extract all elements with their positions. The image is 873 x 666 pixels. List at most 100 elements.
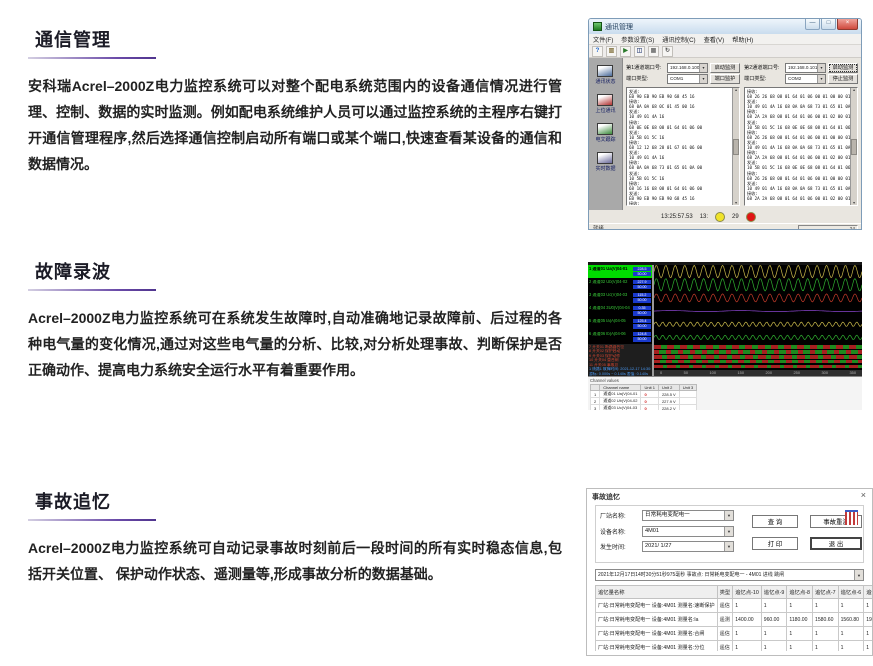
table-row[interactable]: 2 通道02 Ub(V)04-02 0 227.9 V: [589, 397, 698, 405]
status-time: 13:25:57.53: [661, 213, 693, 220]
scroll-up-icon[interactable]: ▲: [852, 88, 855, 92]
sidebar-item[interactable]: 上位通讯: [595, 94, 616, 114]
field-label: 发生时间:: [600, 545, 626, 551]
digital-channel-list: 7 开关01 断路器合位 8 开关02 保护启动 9 开关03 保护动作 10 开关0…: [588, 344, 654, 376]
table-row[interactable]: 3 通道03 Uc(V)04-03 0 228.2 V: [589, 404, 698, 410]
scroll-thumb[interactable]: [733, 138, 739, 155]
recall-table-row[interactable]: 厂站:日常耗电变配电一 设备:4M01 测量名:Ia 遥测 1400.00 960.0…: [595, 612, 872, 627]
channel-name-cell: 通道02 Ub(V)04-02: [599, 397, 642, 405]
title-underline: [28, 289, 156, 291]
maximize-button[interactable]: □: [821, 19, 836, 30]
stop-monitor-button[interactable]: 端口监护: [710, 73, 740, 84]
close-icon[interactable]: ×: [861, 490, 866, 500]
field-combobox[interactable]: 日常耗电变配电一 ▼: [642, 510, 734, 521]
window-title: 通讯管理: [605, 23, 633, 31]
send-indicator-icon: [715, 211, 726, 222]
recall-table-row[interactable]: 厂站:日常耗电变配电一 设备:4M01 测量名:分位遥信1111111: [595, 640, 872, 651]
recall-value-cell: 1: [732, 626, 762, 641]
sidebar-item-icon: [597, 94, 614, 106]
sidebar-item-icon: [597, 65, 614, 77]
wave-channel-value: 50.00: [633, 271, 651, 277]
wave-channel-row[interactable]: 6 通道06 Ib(A)04-06 124.8 50.00: [588, 330, 652, 343]
menu-item[interactable]: 参数设置(S): [621, 35, 654, 44]
comm-management-window: 通讯管理 — □ × 文件(F) 参数设置(S) 通讯控制(C) 查看(V) 帮助(H)…: [588, 18, 862, 230]
axis-tick: 300: [821, 370, 829, 376]
menu-item[interactable]: 通讯控制(C): [662, 35, 695, 44]
flag-cell: 0: [640, 397, 659, 405]
row-number-cell: 2: [589, 397, 601, 405]
view-icon[interactable]: ▦: [648, 45, 659, 57]
wave-channel-row[interactable]: 2 通道02 Ub(V)04-02 227.9 50.00: [588, 278, 652, 291]
field-combobox[interactable]: 2021/ 1/27 ▼: [642, 541, 734, 552]
wave-plot-area[interactable]: [653, 264, 862, 344]
scroll-down-icon[interactable]: ▼: [734, 201, 737, 205]
sidebar-item[interactable]: 实时数据: [595, 152, 616, 172]
minimize-button[interactable]: —: [805, 19, 820, 30]
chart-stripes-icon[interactable]: [845, 510, 858, 525]
menu-item[interactable]: 文件(F): [593, 35, 613, 44]
port-type-combo[interactable]: COM2 ▼: [785, 73, 826, 84]
field-combobox[interactable]: 4M01 ▼: [642, 525, 734, 537]
recall-table-row[interactable]: 厂站:日常耗电变配电一 设备:4M01 测量名:合闸遥信1111111: [595, 626, 872, 641]
port-number-label: 第1通道端口号:: [626, 65, 662, 71]
save-icon[interactable]: ◫: [634, 45, 645, 57]
recall-type-cell: 遥信: [716, 598, 734, 613]
scrollbar[interactable]: ▲ ▼: [850, 88, 857, 205]
window-titlebar[interactable]: 通讯管理 — □ ×: [589, 19, 861, 34]
recall-value-cell: 1: [732, 598, 762, 613]
start-monitor-button[interactable]: 启动监测: [828, 62, 858, 73]
axis-tick: 50: [683, 370, 688, 376]
axis-tick: 200: [765, 370, 773, 376]
scroll-thumb[interactable]: [851, 138, 857, 155]
event-combobox[interactable]: 2021年12月17日14时30分51秒975毫秒 事故点: 日常耗电变配电一 …: [595, 569, 864, 581]
title-underline: [28, 519, 156, 521]
dialog-title: 事故追忆: [592, 494, 620, 501]
exit-button[interactable]: 退 出: [810, 537, 862, 550]
status-bar: 就绪 24: [589, 223, 861, 229]
stop-monitor-button[interactable]: 停止监测: [828, 73, 858, 84]
recall-name-cell: 厂站:日常耗电变配电一 设备:4M01 测量名:速断保护: [595, 598, 718, 613]
scrollbar[interactable]: ▲ ▼: [732, 88, 739, 205]
wave-value-table: Channel name Unit 1 Unit 2 Unit 3 1 通道01 Ua(V…: [589, 384, 698, 410]
menu-bar: 文件(F) 参数设置(S) 通讯控制(C) 查看(V) 帮助(H): [589, 34, 861, 45]
menu-item[interactable]: 帮助(H): [732, 35, 753, 44]
start-monitor-button[interactable]: 启动监测: [710, 62, 740, 73]
recall-type-cell: 遥信: [716, 640, 734, 651]
toolbar: ? ▥ ▶ ◫ ▦ ↻: [589, 45, 861, 58]
wave-channel-row[interactable]: 3 通道03 Uc(V)04-03 115.2 50.00: [588, 291, 652, 304]
wave-channel-row[interactable]: 5 通道05 Ia(A)04-05 125.4 50.00: [588, 317, 652, 330]
sidebar-item[interactable]: 通讯状态: [595, 65, 616, 85]
wave-info-line: 1 线路1 故障时间: 2021-12-17 14:30:51.975: [589, 367, 651, 372]
recall-table-row[interactable]: 厂站:日常耗电变配电一 设备:4M01 测量名:速断保护遥信1111111: [595, 598, 872, 613]
sidebar-item-label: 通讯状态: [595, 79, 616, 85]
sidebar-item-label: 上位通讯: [595, 108, 616, 114]
table-row[interactable]: 1 通道01 Ua(V)04-01 0 228.5 V: [589, 390, 698, 398]
wave-channel-row[interactable]: 1 通道01 Ua(V)04-01 228.5 50.00: [588, 265, 652, 279]
wave-info-line: 游标: 0.000s ~ 0.140s 差值: 0.140s: [589, 371, 648, 376]
menu-item[interactable]: 查看(V): [704, 35, 725, 44]
port-number-combo[interactable]: 192.168.0.100 ▼: [667, 62, 708, 73]
port-number-combo[interactable]: 192.168.0.101 ▼: [785, 62, 826, 73]
wave-channel-value: 50.00: [633, 285, 651, 290]
wave-channel-value: 115.2: [633, 292, 651, 298]
refresh-icon[interactable]: ↻: [662, 45, 673, 57]
scroll-down-icon[interactable]: ▼: [852, 201, 855, 205]
print-button[interactable]: 打 印: [752, 537, 798, 550]
recall-type-cell: 遥信: [716, 626, 734, 641]
close-button[interactable]: ×: [837, 19, 858, 30]
wave-channel-value: 50.00: [633, 298, 651, 303]
wave-channel-value: 50.00: [633, 324, 651, 329]
section-communication: 通信管理 安科瑞Acrel–2000Z电力监控系统可以对整个配电系统范围内的设备…: [0, 26, 562, 177]
hex-log-area[interactable]: 发送: EB 90 EB 90 EB 90 68 45 16 接收: 68 0A…: [626, 87, 740, 206]
wave-channel-row[interactable]: 4 通道04 3U0(V)04-04 0.35 50.00: [588, 304, 652, 317]
query-button[interactable]: 查 询: [752, 515, 798, 528]
sidebar-item[interactable]: 电文跟踪: [595, 123, 616, 143]
hex-log-area[interactable]: 接收: 68 26 26 68 08 01 64 01 06 00 01 00 …: [744, 87, 858, 206]
open-icon[interactable]: ▥: [606, 45, 617, 57]
start-icon[interactable]: ▶: [620, 45, 631, 57]
port-type-combo[interactable]: COM1 ▼: [667, 73, 708, 84]
column-header: 追忆点-10: [732, 585, 762, 599]
help-icon[interactable]: ?: [592, 45, 603, 57]
scroll-up-icon[interactable]: ▲: [734, 88, 737, 92]
wave-value-panel: Channel values Channel name Unit 1 Unit 2U…: [588, 376, 862, 410]
